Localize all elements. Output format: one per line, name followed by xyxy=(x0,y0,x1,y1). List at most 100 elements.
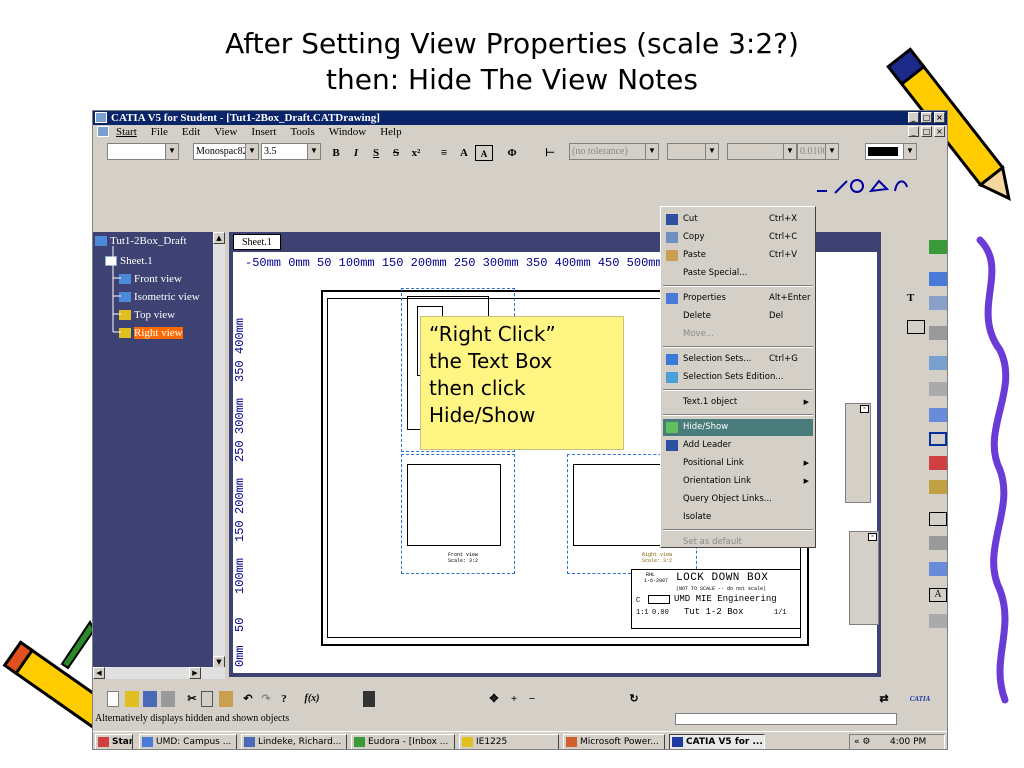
tree-item-right-view[interactable]: Right view xyxy=(119,326,183,340)
tab-sheet-1[interactable]: Sheet.1 xyxy=(233,234,281,250)
tree-horizontal-scrollbar[interactable]: ◀ ▶ xyxy=(93,667,225,679)
menu-edit[interactable]: Edit xyxy=(175,125,207,139)
tray-icons[interactable]: « ⚙ xyxy=(854,735,890,749)
bold-button[interactable]: B xyxy=(327,145,345,161)
print-icon[interactable] xyxy=(929,614,947,628)
tolerance-value-combo[interactable]: ▼ xyxy=(667,143,719,160)
grid-icon[interactable] xyxy=(363,691,375,707)
menu-item-isolate[interactable]: Isolate xyxy=(663,509,813,526)
zoom-in-icon[interactable]: + xyxy=(505,691,523,707)
toolbar-close-icon[interactable]: × xyxy=(868,533,877,541)
thread-icon[interactable] xyxy=(929,512,947,526)
paste-icon[interactable] xyxy=(219,691,233,707)
document-icon[interactable] xyxy=(97,126,109,137)
menu-item-copy[interactable]: Copy Ctrl+C xyxy=(663,229,813,246)
table-icon[interactable] xyxy=(907,320,925,334)
menu-tools[interactable]: Tools xyxy=(283,125,321,139)
arrow-icon[interactable] xyxy=(929,562,947,576)
dimension-type-combo[interactable]: ▼ xyxy=(727,143,797,160)
dress-up-icon[interactable] xyxy=(929,456,947,470)
underline-button[interactable]: S xyxy=(367,145,385,161)
task-powerpoint[interactable]: Microsoft Power... xyxy=(563,734,665,749)
doc-restore-button[interactable]: □ xyxy=(921,126,932,137)
label-icon[interactable]: A xyxy=(929,588,947,602)
menu-insert[interactable]: Insert xyxy=(244,125,283,139)
hatch-icon[interactable] xyxy=(929,536,947,550)
dimension-icon[interactable] xyxy=(929,240,947,254)
task-lindeke[interactable]: Lindeke, Richard... xyxy=(241,734,347,749)
cut-icon[interactable]: ✂ xyxy=(183,691,201,707)
menu-item-paste-special[interactable]: Paste Special... xyxy=(663,265,813,282)
align-left-icon[interactable]: ≡ xyxy=(435,145,453,161)
tree-item-isometric-view[interactable]: Isometric view xyxy=(119,290,200,304)
rectangle-icon[interactable] xyxy=(929,432,947,446)
help-icon[interactable]: ? xyxy=(275,691,293,707)
anchor-point-icon[interactable]: A xyxy=(475,145,493,161)
style-combo[interactable]: ▼ xyxy=(107,143,179,160)
superscript-button[interactable]: x² xyxy=(407,145,425,161)
insert-symbol-icon[interactable]: Φ xyxy=(503,145,521,161)
minimize-button[interactable]: _ xyxy=(908,112,919,123)
task-eudora[interactable]: Eudora - [Inbox ... xyxy=(351,734,455,749)
maximize-button[interactable]: □ xyxy=(921,112,932,123)
doc-minimize-button[interactable]: _ xyxy=(908,126,919,137)
menu-item-properties[interactable]: Properties Alt+Enter xyxy=(663,290,813,307)
menu-item-selection-sets-edition[interactable]: Selection Sets Edition... xyxy=(663,369,813,386)
tree-item-front-view[interactable]: Front view xyxy=(119,272,182,286)
menu-item-text-1-object[interactable]: Text.1 object ▶ xyxy=(663,394,813,411)
menu-file[interactable]: File xyxy=(144,125,175,139)
menu-view[interactable]: View xyxy=(207,125,244,139)
undo-icon[interactable]: ↶ xyxy=(239,691,257,707)
start-button[interactable]: Start xyxy=(95,734,133,749)
menu-help[interactable]: Help xyxy=(373,125,408,139)
tolerance-combo[interactable]: (no tolerance) ▼ xyxy=(569,143,659,160)
axis-icon[interactable] xyxy=(929,480,947,494)
frame-icon[interactable] xyxy=(929,408,947,422)
print-icon[interactable] xyxy=(161,691,175,707)
rotate-icon[interactable] xyxy=(929,326,947,340)
annotation-icon[interactable] xyxy=(929,272,947,286)
font-name-combo[interactable]: Monospac821 B ▼ xyxy=(193,143,259,160)
tree-vertical-scrollbar[interactable]: ▲ ▼ xyxy=(213,232,225,668)
open-icon[interactable] xyxy=(125,691,139,707)
menu-item-query-object-links[interactable]: Query Object Links... xyxy=(663,491,813,508)
copy-icon[interactable] xyxy=(201,691,213,707)
menu-item-selection-sets[interactable]: Selection Sets... Ctrl+G xyxy=(663,351,813,368)
color-combo[interactable]: ▼ xyxy=(865,143,917,160)
pan-icon[interactable]: ✥ xyxy=(485,691,503,707)
menu-item-hide-show[interactable]: Hide/Show xyxy=(663,419,813,436)
menu-item-cut[interactable]: Cut Ctrl+X xyxy=(663,211,813,228)
task-ie1225[interactable]: IE1225 xyxy=(459,734,559,749)
text-icon[interactable]: T xyxy=(907,292,925,306)
doc-close-button[interactable]: × xyxy=(934,126,945,137)
menu-item-delete[interactable]: Delete Del xyxy=(663,308,813,325)
task-umd-campus[interactable]: UMD: Campus ... xyxy=(139,734,237,749)
menu-start[interactable]: Start xyxy=(109,125,144,139)
formula-icon[interactable]: f(x) xyxy=(303,691,321,707)
redo-icon[interactable]: ↷ xyxy=(257,691,275,707)
menu-item-paste[interactable]: Paste Ctrl+V xyxy=(663,247,813,264)
precision-combo[interactable]: 0.01000 ▼ xyxy=(797,143,839,160)
menu-item-positional-link[interactable]: Positional Link ▶ xyxy=(663,455,813,472)
menu-item-orientation-link[interactable]: Orientation Link ▶ xyxy=(663,473,813,490)
refresh-icon[interactable]: ↻ xyxy=(625,691,643,707)
geometry-tools-icon[interactable] xyxy=(813,175,913,197)
symbol-icon[interactable] xyxy=(929,296,947,310)
zoom-out-icon[interactable]: − xyxy=(523,691,541,707)
font-size-combo[interactable]: 3.5 ▼ xyxy=(261,143,321,160)
strikethrough-button[interactable]: S xyxy=(387,145,405,161)
grid-icon[interactable] xyxy=(929,382,947,396)
new-icon[interactable] xyxy=(107,691,119,707)
scroll-up-button[interactable]: ▲ xyxy=(213,232,225,244)
save-icon[interactable] xyxy=(143,691,157,707)
tree-item-top-view[interactable]: Top view xyxy=(119,308,175,322)
close-button[interactable]: × xyxy=(934,112,945,123)
scroll-left-button[interactable]: ◀ xyxy=(93,667,105,679)
menu-item-add-leader[interactable]: Add Leader xyxy=(663,437,813,454)
text-frame-icon[interactable]: A xyxy=(455,145,473,161)
swap-icon[interactable]: ⇄ xyxy=(875,691,893,707)
toolbar-close-icon[interactable]: × xyxy=(860,405,869,413)
tolerance-icon[interactable]: ⊢ xyxy=(541,145,559,161)
task-catia[interactable]: CATIA V5 for ... xyxy=(669,734,765,749)
menu-window[interactable]: Window xyxy=(322,125,373,139)
